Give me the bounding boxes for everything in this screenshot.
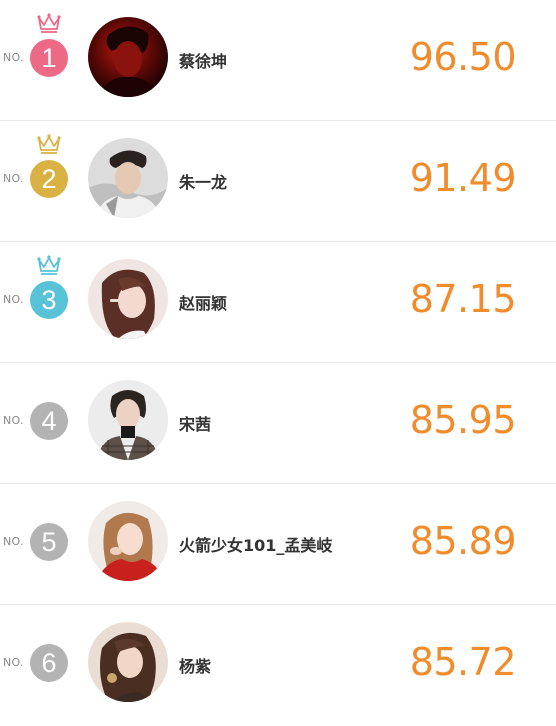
avatar-photo [88, 259, 168, 339]
rank-prefix-label: NO. [3, 172, 24, 185]
rank-number-badge: 3 [30, 281, 68, 319]
rank-prefix-label: NO. [3, 535, 24, 548]
score-value: 85.95 [409, 398, 517, 442]
celebrity-name[interactable]: 宋茜 [179, 411, 211, 435]
avatar-photo [88, 17, 168, 97]
avatar[interactable] [88, 138, 168, 218]
crown-icon [37, 255, 61, 275]
ranking-row[interactable]: NO. 3 赵丽颖 87.15 [0, 242, 556, 363]
avatar[interactable] [88, 259, 168, 339]
ranking-row[interactable]: NO. 2 朱一龙 91.49 [0, 121, 556, 242]
rank-prefix-label: NO. [3, 656, 24, 669]
ranking-row[interactable]: NO. 1 蔡徐坤 96.50 [0, 0, 556, 121]
crown-icon [37, 13, 61, 33]
celebrity-name[interactable]: 朱一龙 [179, 169, 227, 193]
avatar-photo [88, 138, 168, 218]
crown-icon [37, 134, 61, 154]
score-value: 91.49 [409, 156, 517, 200]
avatar[interactable] [88, 501, 168, 581]
rank-number-badge: 2 [30, 160, 68, 198]
score-value: 85.89 [409, 519, 517, 563]
score-value: 87.15 [409, 277, 517, 321]
rank-number-badge: 4 [30, 402, 68, 440]
avatar-photo [88, 622, 168, 702]
avatar-photo [88, 501, 168, 581]
ranking-row[interactable]: NO. 4 宋茜 85.95 [0, 363, 556, 484]
rank-number-badge: 5 [30, 523, 68, 561]
rank-prefix-label: NO. [3, 51, 24, 64]
avatar[interactable] [88, 622, 168, 702]
rank-prefix-label: NO. [3, 293, 24, 306]
ranking-row[interactable]: NO. 6 杨紫 85.72 [0, 605, 556, 726]
ranking-list: NO. 1 蔡徐坤 96.50 NO. 2 朱一龙 91.49 NO. 3 赵丽… [0, 0, 556, 720]
avatar-photo [88, 380, 168, 460]
ranking-row[interactable]: NO. 5 火箭少女101_孟美岐 85.89 [0, 484, 556, 605]
avatar[interactable] [88, 17, 168, 97]
celebrity-name[interactable]: 蔡徐坤 [179, 48, 227, 72]
celebrity-name[interactable]: 火箭少女101_孟美岐 [179, 532, 332, 556]
rank-prefix-label: NO. [3, 414, 24, 427]
celebrity-name[interactable]: 赵丽颖 [179, 290, 227, 314]
score-value: 85.72 [409, 640, 517, 684]
rank-number-badge: 6 [30, 644, 68, 682]
rank-number-badge: 1 [30, 39, 68, 77]
celebrity-name[interactable]: 杨紫 [179, 653, 211, 677]
avatar[interactable] [88, 380, 168, 460]
score-value: 96.50 [409, 35, 517, 79]
